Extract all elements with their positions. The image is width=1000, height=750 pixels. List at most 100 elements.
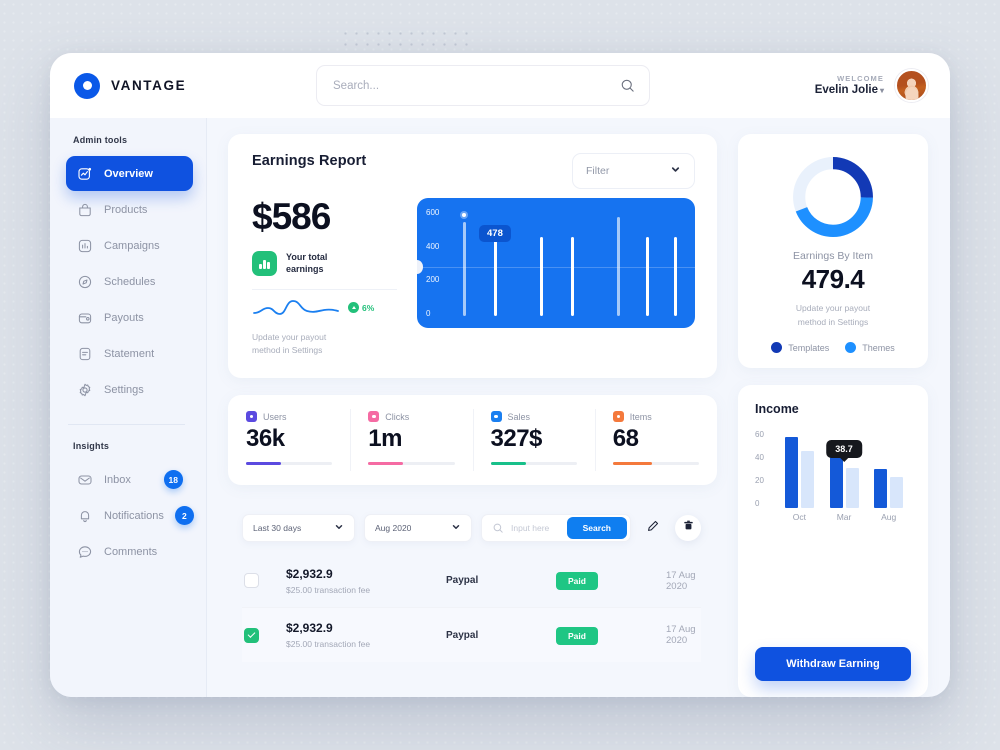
sidebar-item-overview[interactable]: Overview (66, 156, 193, 191)
date-cell: 17 Aug 2020 (666, 624, 696, 647)
search-input[interactable] (333, 79, 620, 92)
table-row[interactable]: $2,932.9 $25.00 transaction fee Paypal P… (242, 554, 701, 609)
ytick: 0 (426, 308, 431, 318)
legend-dot (845, 342, 857, 354)
sidebar-item-schedules[interactable]: Schedules (66, 264, 193, 299)
page-title: Earnings Report (252, 153, 367, 169)
sidebar-item-settings[interactable]: Settings (66, 372, 193, 407)
stat-value: 36k (246, 425, 285, 453)
brand-logo[interactable]: VANTAGE (74, 72, 284, 99)
stat-progress-fill (612, 462, 652, 465)
earnings-bar-chart: 600 400 200 0 478 (417, 198, 695, 328)
donut-value: 479.4 (801, 264, 865, 294)
edit-button[interactable] (640, 515, 666, 541)
bar-previous (890, 476, 904, 509)
method-cell: Paypal (446, 575, 479, 587)
divider (252, 288, 397, 290)
earnings-by-item-card: Earnings By Item 479.4 Update your payou… (738, 134, 928, 369)
legend-dot (771, 342, 783, 354)
stat-label: Clicks (385, 411, 410, 422)
stat-card-users[interactable]: Users 36k (228, 395, 350, 485)
stat-header: Users (246, 411, 332, 423)
table-row[interactable]: $2,932.9 $25.00 transaction fee Paypal P… (242, 608, 701, 663)
legend-label: Themes (862, 342, 895, 353)
delete-button[interactable] (675, 515, 701, 542)
table-toolbar: Last 30 days Aug 2020 Input here Search (242, 514, 701, 543)
ytick: 600 (426, 208, 440, 217)
table-search-input[interactable] (511, 523, 560, 534)
bar-current (829, 456, 843, 509)
bar (540, 237, 543, 316)
month-select[interactable]: Aug 2020 (364, 514, 472, 543)
stat-card-items[interactable]: Items 68 (594, 395, 717, 485)
sidebar-item-notifications[interactable]: Notifications 2 (66, 498, 194, 533)
table-search[interactable]: Search (481, 514, 631, 543)
chevron-down-icon (334, 522, 344, 534)
global-search[interactable] (316, 65, 650, 106)
app-window: VANTAGE WELCOME Evelin Jolie▾ Admin tool… (50, 53, 950, 697)
stat-card-clicks[interactable]: Clicks 1m (350, 395, 472, 485)
bell-icon (76, 507, 93, 524)
app-body: Admin tools Overview Products Campaigns … (50, 118, 950, 697)
income-group-oct (777, 430, 822, 509)
legend-item-templates[interactable]: Templates (771, 342, 830, 354)
fee-value: $25.00 transaction fee (286, 584, 371, 595)
date-range-label: Last 30 days (253, 523, 302, 534)
sidebar-item-statement[interactable]: Statement (66, 336, 193, 371)
filter-label: Filter (586, 165, 610, 177)
logo-icon (74, 72, 100, 99)
status-cell: Paid (556, 626, 666, 645)
stat-value: 1m (368, 425, 402, 453)
search-icon[interactable] (620, 78, 635, 93)
withdraw-earning-button[interactable]: Withdraw Earning (755, 647, 911, 681)
stat-progress-track (612, 462, 699, 465)
avatar[interactable] (895, 69, 928, 102)
month-label: Aug 2020 (375, 523, 412, 534)
sidebar-item-products[interactable]: Products (66, 192, 193, 227)
donut-legend: Templates Themes (752, 342, 914, 354)
transactions-list: $2,932.9 $25.00 transaction fee Paypal P… (242, 554, 701, 663)
growth-row: 6% (252, 296, 397, 320)
bar-current (874, 469, 888, 509)
date-cell: 17 Aug 2020 (666, 569, 696, 592)
sidebar-item-inbox[interactable]: Inbox 18 (66, 462, 193, 497)
income-xaxis: Oct Mar Aug (777, 512, 911, 522)
user-menu[interactable]: WELCOME Evelin Jolie ▾ (815, 69, 928, 102)
transactions-panel: Last 30 days Aug 2020 Input here Search … (228, 502, 717, 697)
sidebar-item-label: Overview (104, 167, 153, 180)
income-group-mar: 38.7 (822, 430, 867, 509)
bar-previous (845, 468, 859, 509)
row-checkbox[interactable] (244, 627, 259, 643)
row-checkbox[interactable] (244, 573, 259, 589)
sidebar-item-label: Notifications (104, 509, 164, 522)
donut-svg (793, 157, 873, 237)
legend-label: Templates (788, 342, 830, 353)
chart-tooltip: 478 (479, 225, 511, 242)
amount-cell: $2,932.9 $25.00 transaction fee (286, 621, 446, 649)
date-range-select[interactable]: Last 30 days (242, 514, 355, 543)
total-earnings-row: Your total earnings (252, 250, 397, 276)
sales-icon (490, 411, 502, 423)
document-icon (76, 345, 93, 362)
filter-dropdown[interactable]: Filter (572, 153, 695, 189)
legend-item-themes[interactable]: Themes (845, 342, 895, 354)
income-card: Income 60 40 20 0 38.7 Oct Mar Aug Withd… (738, 385, 928, 697)
income-plot: 38.7 (777, 430, 911, 509)
chevron-down-icon[interactable]: ▾ (880, 86, 884, 95)
brand-name: VANTAGE (111, 78, 187, 93)
search-icon (492, 522, 504, 534)
users-icon (246, 411, 257, 423)
growth-value: 6% (362, 302, 375, 313)
sidebar-item-comments[interactable]: Comments (66, 534, 193, 569)
sidebar-item-campaigns[interactable]: Campaigns (66, 228, 193, 263)
earnings-amount: $586 (252, 196, 331, 237)
comment-icon (76, 543, 93, 560)
sidebar-item-payouts[interactable]: Payouts (66, 300, 193, 335)
stat-progress-fill (490, 462, 526, 465)
stat-progress-track (490, 462, 577, 465)
search-button[interactable]: Search (566, 517, 627, 540)
stat-card-sales[interactable]: Sales 327$ (472, 395, 595, 485)
overview-icon (76, 165, 93, 182)
stat-value: 327$ (490, 425, 543, 453)
bar (617, 216, 620, 316)
